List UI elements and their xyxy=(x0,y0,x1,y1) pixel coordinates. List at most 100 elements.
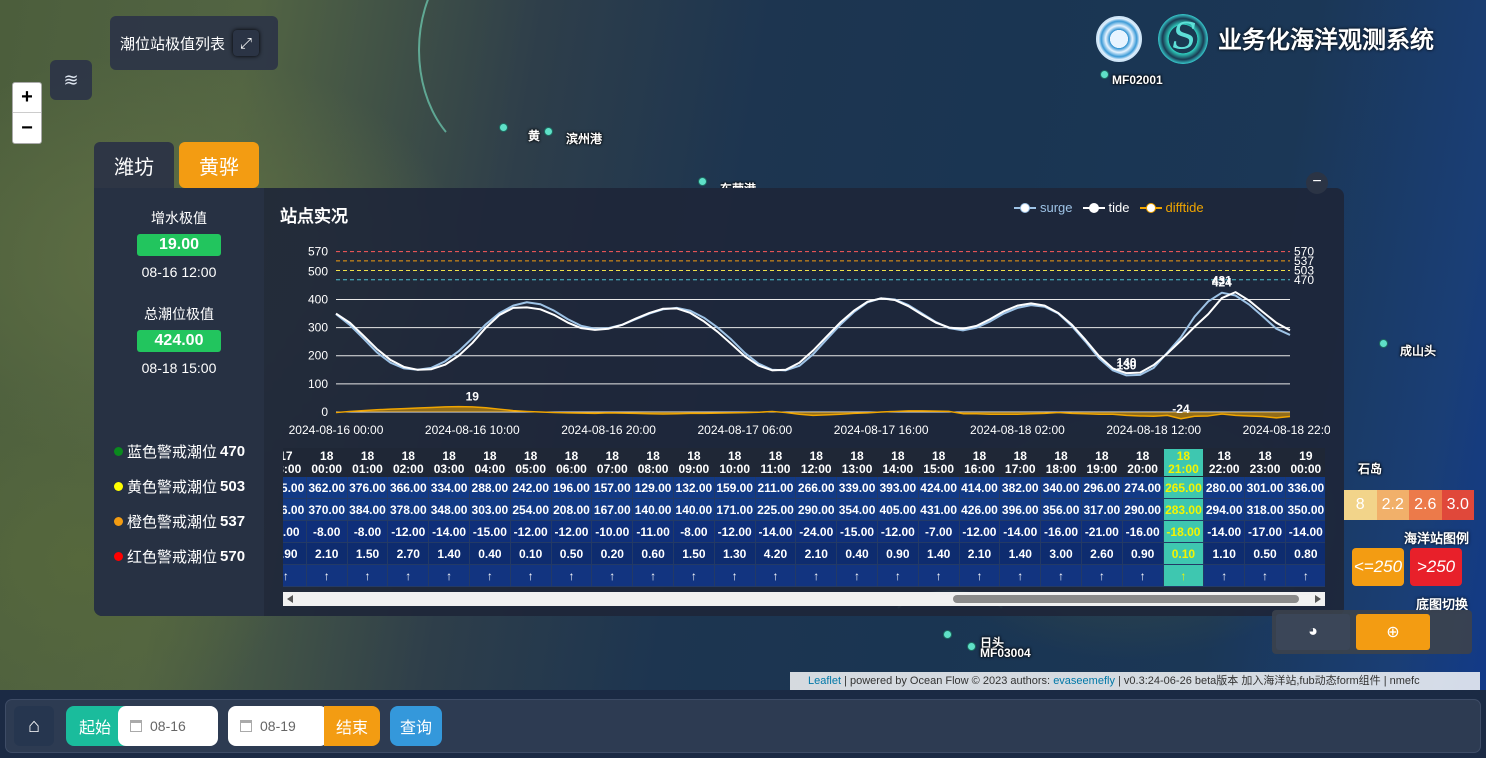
table-cell-diff: -11.00 xyxy=(632,520,674,543)
time-header-day: 18 xyxy=(646,448,660,463)
table-cell-diff: -15.00 xyxy=(468,520,511,543)
table-cell-arrow: ↑ xyxy=(958,564,1001,587)
time-header-cell: 18 11:00 xyxy=(754,448,797,477)
table-cell-arrow: ↑ xyxy=(346,564,389,587)
data-label: 130 xyxy=(1116,358,1136,372)
leaflet-link[interactable]: Leaflet xyxy=(808,675,841,687)
station-marker[interactable] xyxy=(943,630,952,639)
table-scrollbar[interactable] xyxy=(283,592,1325,606)
time-header-day: 18 xyxy=(605,448,619,463)
soa-logo-icon xyxy=(1096,16,1142,62)
minimize-button[interactable]: − xyxy=(1306,172,1328,194)
warning-red: 红色警戒潮位 570 xyxy=(114,546,245,567)
time-header-day: 18 xyxy=(360,448,375,463)
station-marker[interactable] xyxy=(1379,339,1388,348)
scale-value: 2.2 xyxy=(1376,490,1409,520)
table-cell-arrow: ↑ xyxy=(876,564,919,587)
brand-header: 业务化海洋观测系统 xyxy=(1092,8,1472,72)
extreme-list-button[interactable]: 潮位站极值列表 ⤢ xyxy=(110,16,278,70)
table-cell-surge: 376.00 xyxy=(346,476,389,499)
x-tick-label: 2024-08-17 16:00 xyxy=(834,423,929,437)
total-extreme-time: 08-18 15:00 xyxy=(141,360,217,376)
legend-le-250[interactable]: <=250 xyxy=(1352,548,1404,586)
wave-icon: ≋ xyxy=(63,69,79,90)
table-cell-tide: 167.00 xyxy=(591,498,634,521)
time-header-cell: 18 01:00 xyxy=(346,448,389,477)
scroll-right-icon[interactable] xyxy=(1315,595,1321,603)
station-marker[interactable] xyxy=(499,123,508,132)
start-date-input[interactable]: 08-16 xyxy=(118,706,218,746)
zoom-in-button[interactable]: + xyxy=(13,83,41,113)
table-cell-arrow: ↑ xyxy=(754,564,797,587)
end-date-input[interactable]: 08-19 xyxy=(228,706,328,746)
time-header-day: 18 xyxy=(1013,448,1027,463)
zoom-out-button[interactable]: − xyxy=(13,113,41,143)
author-link[interactable]: evaseemefly xyxy=(1053,675,1115,687)
station-label: 滨州港 xyxy=(566,132,603,146)
vector-basemap-button[interactable]: ⊕ xyxy=(1356,614,1430,650)
data-table-container[interactable]: 1723:001800:001801:001802:001803:001804:… xyxy=(283,448,1325,590)
station-marker[interactable] xyxy=(544,127,553,136)
legend-label: tide xyxy=(1108,200,1130,215)
legend-gt-250[interactable]: >250 xyxy=(1410,548,1462,586)
time-header-day: 18 xyxy=(1176,448,1191,463)
time-header-day: 18 xyxy=(972,448,987,463)
scroll-thumb[interactable] xyxy=(953,595,1299,603)
table-cell-v: 0.50 xyxy=(1244,542,1286,565)
warning-label: 红色警戒潮位 xyxy=(127,549,218,566)
table-cell-tide: 431.00 xyxy=(917,498,960,521)
time-header-hour: 23:00 xyxy=(1249,461,1281,476)
warning-line-label: 470 xyxy=(1294,273,1314,287)
table-cell-surge: 339.00 xyxy=(836,476,878,499)
station-legend: <=250 >250 xyxy=(1352,548,1468,586)
tab-huanghua[interactable]: 黄骅 xyxy=(179,142,259,188)
time-header-day: 18 xyxy=(768,448,783,463)
time-header-hour: 06:00 xyxy=(556,461,587,476)
time-header-day: 18 xyxy=(564,448,579,463)
table-cell-surge: 266.00 xyxy=(795,476,838,499)
bottom-toolbar: ⌂ 起始 08-16 08-19 结束 查询 xyxy=(6,700,1480,752)
legend-tide[interactable]: tide xyxy=(1082,200,1130,215)
time-header-hour: 19:00 xyxy=(1086,461,1118,476)
calendar-icon xyxy=(240,720,252,732)
scale-value: 2.6 xyxy=(1409,490,1442,520)
expand-icon[interactable]: ⤢ xyxy=(233,30,260,56)
surge-extreme: 增水极值 19.00 08-16 12:00 xyxy=(94,208,264,280)
query-button[interactable]: 查询 xyxy=(390,706,442,746)
table-cell-arrow: ↑ xyxy=(999,564,1042,587)
station-marker[interactable] xyxy=(967,642,976,651)
time-header-day: 18 xyxy=(931,448,946,463)
table-cell-surge: 336.00 xyxy=(1284,476,1325,499)
table-cell-tide: 405.00 xyxy=(876,498,919,521)
table-cell-tide: 426.00 xyxy=(958,498,1001,521)
scroll-left-icon[interactable] xyxy=(287,595,293,603)
tide-station-toggle[interactable]: ≋ xyxy=(50,60,92,100)
table-cell-surge: 265.00 xyxy=(1162,476,1205,499)
station-marker[interactable] xyxy=(698,177,707,186)
table-cell-arrow: ↑ xyxy=(591,564,634,587)
tab-weifang[interactable]: 潍坊 xyxy=(94,142,174,188)
time-header-hour: 13:00 xyxy=(841,461,873,476)
time-header-cell: 18 12:00 xyxy=(795,448,838,477)
table-cell-tide: 370.00 xyxy=(305,498,348,521)
table-cell-surge: 301.00 xyxy=(1244,476,1286,499)
coastline xyxy=(418,0,578,160)
table-cell-arrow: ↑ xyxy=(836,564,878,587)
home-button[interactable]: ⌂ xyxy=(14,706,54,746)
satellite-basemap-button[interactable]: ◕ xyxy=(1276,614,1350,650)
table-cell-tide: 140.00 xyxy=(672,498,715,521)
red-dot-icon xyxy=(114,552,123,561)
time-header-hour: 10:00 xyxy=(719,461,751,476)
legend-difftide[interactable]: difftide xyxy=(1139,200,1204,215)
legend-surge[interactable]: surge xyxy=(1014,200,1073,215)
table-cell-diff: -14.00 xyxy=(428,520,470,543)
table-cell-surge: 296.00 xyxy=(1080,476,1123,499)
table-cell-v: 0.50 xyxy=(550,542,593,565)
table-cell-diff: -14.00 xyxy=(1284,520,1325,543)
table-cell-v: 1.10 xyxy=(1203,542,1246,565)
time-header-day: 18 xyxy=(850,448,864,463)
table-cell-surge: 157.00 xyxy=(591,476,634,499)
table-cell-diff: -21.00 xyxy=(1080,520,1123,543)
warning-value: 570 xyxy=(220,548,246,565)
table-cell-arrow: ↑ xyxy=(1080,564,1123,587)
